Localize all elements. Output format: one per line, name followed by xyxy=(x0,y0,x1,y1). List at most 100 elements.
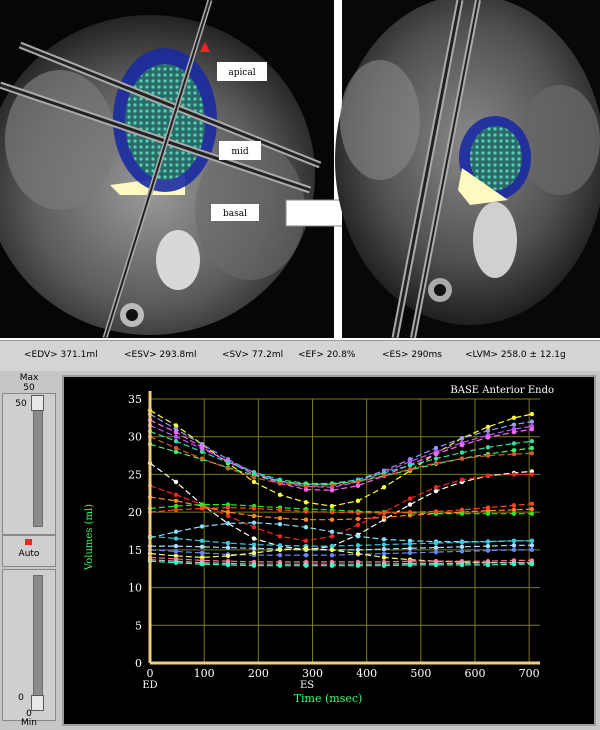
max-slider-frame xyxy=(2,393,56,535)
data-point xyxy=(485,435,491,440)
data-point xyxy=(485,505,491,510)
data-point xyxy=(485,543,491,549)
data-point xyxy=(529,511,535,516)
data-point xyxy=(485,445,491,450)
auto-flag-icon xyxy=(25,539,32,545)
mri-left-image: apical mid basal xyxy=(0,0,334,338)
chart-series xyxy=(147,408,535,568)
data-point xyxy=(511,472,517,477)
data-point xyxy=(225,509,231,515)
data-point xyxy=(199,538,205,544)
data-point xyxy=(355,522,361,528)
data-point xyxy=(459,477,465,482)
data-point xyxy=(511,422,517,427)
data-point xyxy=(433,445,439,451)
data-point xyxy=(173,549,179,554)
min-label: Min xyxy=(21,718,37,728)
data-point xyxy=(407,550,413,556)
data-point xyxy=(303,500,309,505)
data-point xyxy=(407,463,413,468)
data-point xyxy=(199,449,205,454)
y-tick-label: 25 xyxy=(128,468,142,481)
data-point xyxy=(485,453,491,458)
y-tick-label: 15 xyxy=(128,544,142,557)
x-tick-label: 600 xyxy=(465,667,486,680)
max-slider-handle[interactable] xyxy=(31,395,44,411)
max-label: Max xyxy=(19,373,39,383)
data-point xyxy=(511,538,517,544)
data-point xyxy=(329,488,335,493)
data-point xyxy=(329,517,335,522)
data-point xyxy=(173,529,179,534)
y-tick-label: 5 xyxy=(135,619,142,632)
data-point xyxy=(277,543,283,548)
data-point xyxy=(407,546,413,551)
data-point xyxy=(381,510,387,516)
data-point xyxy=(459,436,465,441)
data-point xyxy=(355,498,361,504)
data-point xyxy=(303,552,309,558)
data-point xyxy=(433,451,439,457)
data-point xyxy=(355,551,361,556)
data-point xyxy=(433,540,439,546)
data-point xyxy=(173,445,179,451)
data-point xyxy=(433,485,439,490)
mri-right-image xyxy=(335,0,600,338)
data-point xyxy=(329,563,335,568)
data-point xyxy=(407,562,413,568)
data-point xyxy=(277,563,283,568)
data-point xyxy=(355,479,361,485)
data-point xyxy=(303,538,309,544)
data-point xyxy=(277,515,283,521)
data-point xyxy=(199,506,205,511)
data-point xyxy=(173,507,179,513)
data-point xyxy=(485,548,491,553)
data-point xyxy=(173,492,179,497)
data-point xyxy=(199,456,205,461)
data-point xyxy=(251,546,257,551)
data-point xyxy=(433,545,439,550)
data-point xyxy=(173,439,179,444)
data-point xyxy=(277,534,283,539)
data-point xyxy=(173,536,179,541)
x-tick-label: 400 xyxy=(356,667,377,680)
data-point xyxy=(225,505,231,510)
data-point xyxy=(381,473,387,479)
data-point xyxy=(511,507,517,513)
data-point xyxy=(381,542,387,547)
data-point xyxy=(225,513,231,519)
data-point xyxy=(277,507,283,513)
data-point xyxy=(225,562,231,568)
data-point xyxy=(251,550,257,556)
data-point xyxy=(511,561,517,567)
max-slider[interactable] xyxy=(33,395,43,527)
data-point xyxy=(225,521,231,526)
y-tick-label: 30 xyxy=(128,431,142,444)
data-point xyxy=(433,488,439,494)
data-point xyxy=(277,522,283,527)
data-point xyxy=(303,563,309,568)
auto-label: Auto xyxy=(18,549,40,559)
data-point xyxy=(303,517,309,522)
x-marker-label: ES xyxy=(300,680,314,691)
data-point xyxy=(433,562,439,568)
data-point xyxy=(407,509,413,515)
data-point xyxy=(459,442,465,448)
mri-images: apical mid basal xyxy=(0,0,600,338)
data-point xyxy=(529,472,535,477)
data-point xyxy=(251,525,257,530)
data-point xyxy=(303,509,309,514)
data-point xyxy=(511,441,517,446)
data-point xyxy=(355,510,361,516)
data-point xyxy=(251,513,257,519)
data-point xyxy=(381,555,387,560)
data-point xyxy=(225,460,231,465)
x-tick-label: 0 xyxy=(147,667,154,680)
y-tick-label: 35 xyxy=(128,393,142,406)
data-point xyxy=(459,450,465,455)
data-point xyxy=(329,543,335,549)
max-value: 50 xyxy=(23,383,35,393)
data-point xyxy=(225,553,231,559)
data-point xyxy=(251,479,257,485)
min-slider[interactable] xyxy=(33,575,43,711)
